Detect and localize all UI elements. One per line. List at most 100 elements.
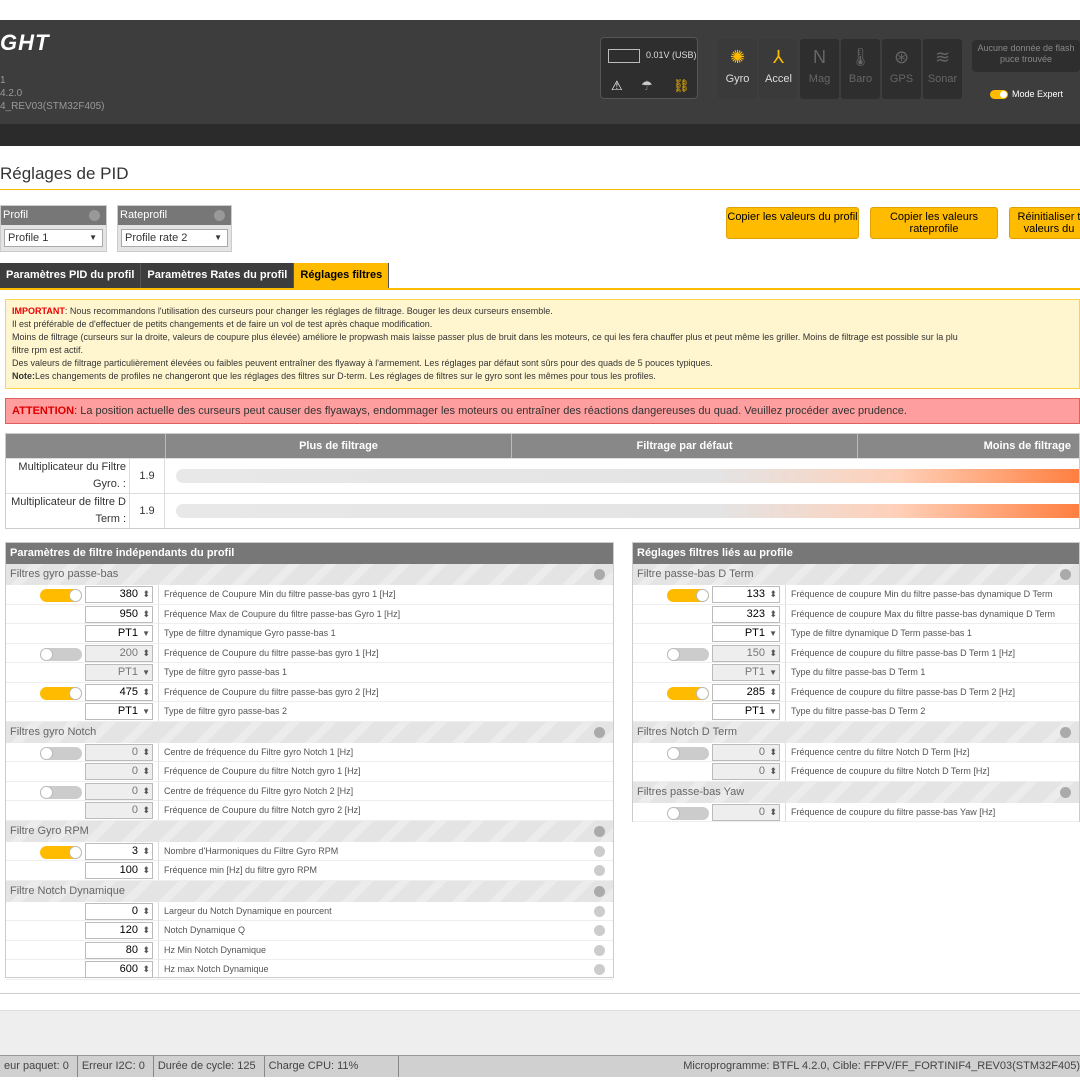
sensor-mag: N Mag [800, 39, 839, 99]
filter-label: Fréquence de Coupure du filtre Notch gyr… [158, 762, 361, 781]
rateprofile-select[interactable]: Profile rate 2 [121, 229, 228, 247]
help-icon[interactable] [1060, 569, 1071, 580]
filter-enable-toggle[interactable] [667, 686, 709, 700]
help-icon[interactable] [594, 726, 605, 738]
section-header: Filtres Notch D Term [633, 721, 1079, 743]
filter-label: Centre de fréquence du Filtre gyro Notch… [158, 781, 353, 801]
filter-enable-toggle[interactable] [667, 806, 709, 820]
reset-button[interactable]: Réinitialiser t valeurs du [1009, 207, 1080, 239]
filter-type-select[interactable]: PT1 [85, 664, 153, 681]
filter-value-input[interactable]: 0 [85, 763, 153, 780]
help-icon[interactable] [594, 944, 605, 956]
help-icon[interactable] [1060, 726, 1071, 738]
filter-type-select[interactable]: PT1 [85, 703, 153, 720]
filter-value-input[interactable]: 133 [712, 586, 780, 603]
filter-value-input[interactable]: 0 [712, 743, 780, 761]
toggle-icon[interactable] [990, 90, 1008, 100]
sensor-status-group: ✺ Gyro ⅄ Accel N Mag 🌡 Baro ⊛ GPS ≋ Sonar [718, 39, 966, 99]
warning-banner: ATTENTION: La position actuelle des curs… [5, 398, 1080, 424]
firmware-version: Microprogramme: BTFL 4.2.0, Cible: FFPV/… [683, 1060, 1080, 1072]
expert-mode-toggle[interactable]: Mode Expert [990, 89, 1063, 100]
tab-filter-settings[interactable]: Réglages filtres [294, 263, 390, 288]
filter-label: Type du filtre passe-bas D Term 1 [785, 663, 925, 682]
filter-type-select[interactable]: PT1 [712, 625, 780, 642]
filter-enable-toggle[interactable] [40, 785, 82, 799]
help-icon[interactable] [1060, 786, 1071, 798]
failsafe-icon: ☂ [641, 78, 653, 93]
help-icon[interactable] [594, 905, 605, 917]
help-icon[interactable] [594, 865, 605, 876]
filter-value-input[interactable]: 0 [85, 782, 153, 800]
filter-enable-toggle[interactable] [40, 647, 82, 661]
filter-value-input[interactable]: 0 [85, 902, 153, 920]
gyro-slider[interactable] [176, 469, 1079, 483]
tab-rates-profile[interactable]: Paramètres Rates du profil [141, 263, 295, 288]
filter-value-input[interactable]: 380 [85, 586, 153, 603]
filter-row: 200 Fréquence de Coupure du filtre passe-… [6, 643, 613, 663]
copy-rateprofile-button[interactable]: Copier les valeurs rateprofile [870, 207, 998, 239]
filter-value-input[interactable]: 120 [85, 922, 153, 939]
filter-value-input[interactable]: 323 [712, 605, 780, 623]
filter-label: Fréquence de coupure du filtre Notch D T… [785, 762, 989, 781]
accel-icon: ⅄ [773, 47, 784, 67]
filter-label: Type du filtre passe-bas D Term 2 [785, 702, 925, 721]
filter-value-input[interactable]: 3 [85, 842, 153, 860]
help-icon[interactable] [594, 925, 605, 936]
filter-row: 475 Fréquence de Coupure du filtre passe-… [6, 682, 613, 702]
filter-value-input[interactable]: 600 [85, 961, 153, 978]
filter-value-input[interactable]: 100 [85, 862, 153, 879]
help-icon[interactable] [594, 569, 605, 580]
filter-row: 0 Centre de fréquence du Filtre gyro Notc… [6, 742, 613, 762]
filter-enable-toggle[interactable] [667, 647, 709, 661]
filter-enable-toggle[interactable] [40, 686, 82, 700]
filter-value-input[interactable]: 80 [85, 941, 153, 959]
filter-value-input[interactable]: 0 [85, 743, 153, 761]
sensor-label: Sonar [927, 73, 958, 85]
filter-type-select[interactable]: PT1 [712, 664, 780, 681]
help-icon[interactable] [594, 885, 605, 897]
filter-enable-toggle[interactable] [40, 845, 82, 859]
filter-row: PT1 Type de filtre gyro passe-bas 2 [6, 702, 613, 722]
filter-label: Type de filtre dynamique D Term passe-ba… [785, 624, 972, 643]
filter-enable-toggle[interactable] [667, 589, 709, 602]
filter-row: 0 Fréquence centre du filtre Notch D Term… [633, 742, 1079, 762]
dterm-slider[interactable] [176, 504, 1079, 518]
warning-icon: ⚠ [611, 78, 623, 93]
sensor-gyro: ✺ Gyro [718, 39, 757, 99]
filter-value-input[interactable]: 200 [85, 644, 153, 662]
help-icon[interactable] [594, 845, 605, 857]
filter-enable-toggle[interactable] [667, 746, 709, 760]
filter-enable-toggle[interactable] [40, 746, 82, 760]
header-strip [0, 124, 1080, 146]
filter-row: 0 Centre de fréquence du Filtre gyro Notc… [6, 781, 613, 801]
filter-value-input[interactable]: 0 [712, 763, 780, 780]
filter-type-select[interactable]: PT1 [85, 625, 153, 642]
copy-profile-button[interactable]: Copier les valeurs du profil [726, 207, 859, 239]
filter-row: 0 Largeur du Notch Dynamique en pourcent [6, 901, 613, 921]
sensor-label: Accel [765, 73, 792, 85]
tab-pid-profile[interactable]: Paramètres PID du profil [0, 263, 142, 288]
section-header: Filtres passe-bas Yaw [633, 781, 1079, 803]
filter-value-input[interactable]: 150 [712, 644, 780, 662]
page-title: Réglages de PID [0, 164, 129, 183]
help-icon[interactable] [594, 964, 605, 975]
profile-select[interactable]: Profile 1 [4, 229, 103, 247]
section-title: Filtre Notch Dynamique [10, 884, 125, 897]
filter-enable-toggle[interactable] [40, 589, 82, 602]
profile-filters-panel: Réglages filtres liés au profile Filtre … [632, 542, 1080, 822]
help-icon[interactable] [214, 210, 225, 221]
filter-label: Fréquence de coupure Min du filtre passe… [785, 585, 1052, 604]
filter-type-select[interactable]: PT1 [712, 703, 780, 720]
filter-value-input[interactable]: 950 [85, 605, 153, 623]
help-icon[interactable] [89, 210, 100, 221]
sensor-sonar: ≋ Sonar [923, 39, 962, 99]
help-icon[interactable] [594, 825, 605, 837]
filter-label: Largeur du Notch Dynamique en pourcent [158, 901, 332, 921]
filter-value-input[interactable]: 0 [85, 802, 153, 819]
filter-value-input[interactable]: 0 [712, 803, 780, 821]
filter-label: Fréquence de coupure du filtre passe-bas… [785, 802, 995, 822]
filter-value-input[interactable]: 475 [85, 683, 153, 701]
sonar-icon: ≋ [934, 47, 951, 67]
profile-independent-filters-panel: Paramètres de filtre indépendants du pro… [5, 542, 614, 980]
filter-value-input[interactable]: 285 [712, 683, 780, 701]
